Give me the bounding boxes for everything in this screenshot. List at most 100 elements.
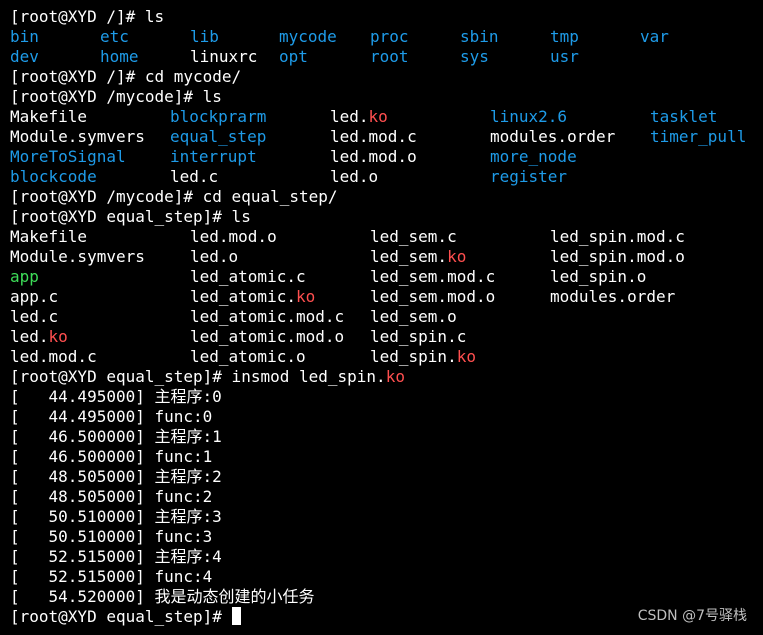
terminal-line: led.mod.c led_atomic.o led_spin.ko (10, 347, 763, 367)
terminal-text: linuxrc (190, 47, 258, 66)
terminal-text: led_atomic.o (190, 347, 306, 366)
terminal-text: Makefile (10, 227, 88, 246)
csdn-watermark: CSDN @7号驿栈 (637, 608, 747, 624)
ls-entry: more_node (490, 147, 577, 167)
ls-entry: led.o (190, 247, 238, 267)
terminal-text: [ 48.505000] 主程序:2 (10, 467, 222, 486)
terminal-line: Module.symvers led.o led_sem.ko led_spin.mo… (10, 247, 763, 267)
ls-entry: Makefile (10, 227, 87, 247)
terminal-text: [ 48.505000] func:2 (10, 487, 213, 506)
ls-entry: led.o (330, 167, 378, 187)
ls-entry: var (640, 27, 669, 47)
terminal-text: led_spin.mod.c (550, 227, 685, 246)
terminal-text: led_spin. (370, 347, 457, 366)
terminal-line: [root@XYD /mycode]# ls (10, 87, 763, 107)
text-cursor (231, 607, 241, 625)
ls-entry: opt (279, 47, 308, 67)
ls-entry: led.mod.o (330, 147, 417, 167)
terminal-text: register (490, 167, 568, 186)
terminal-text: ko (456, 347, 476, 366)
ls-entry: led_sem.mod.c (370, 267, 495, 287)
ls-entry: linuxrc (190, 47, 257, 67)
terminal-line: blockcode led.c led.o register (10, 167, 763, 187)
terminal-text: opt (279, 47, 308, 66)
terminal-text: led.o (190, 247, 239, 266)
terminal-line: Makefile blockprarm led.ko linux2.6 tasklet (10, 107, 763, 127)
ls-entry: led_sem.o (370, 307, 457, 327)
terminal-line: app led_atomic.c led_sem.mod.c led_spin.o (10, 267, 763, 287)
ls-entry: blockprarm (170, 107, 266, 127)
ls-entry: led.ko (330, 107, 388, 127)
ls-entry: linux2.6 (490, 107, 567, 127)
terminal-text: led_atomic. (190, 287, 296, 306)
terminal-text: led.c (170, 167, 219, 186)
terminal-text: led. (10, 327, 49, 346)
ls-entry: Module.symvers (10, 247, 145, 267)
terminal-text: blockprarm (170, 107, 267, 126)
ls-entry: app (10, 267, 39, 287)
terminal-text: led.mod.c (330, 127, 417, 146)
terminal-text: [root@XYD /]# ls (10, 7, 165, 26)
terminal-line: [root@XYD equal_step]# ls (10, 207, 763, 227)
terminal-text: [ 44.495000] 主程序:0 (10, 387, 222, 406)
ls-entry: led.mod.o (190, 227, 277, 247)
terminal-text: led.c (10, 307, 59, 326)
terminal-text: ko (48, 327, 68, 346)
terminal-text: modules.order (550, 287, 676, 306)
ls-entry: mycode (279, 27, 337, 47)
terminal-text: interrupt (170, 147, 257, 166)
terminal-line: [ 46.500000] func:1 (10, 447, 763, 467)
terminal-text: [ 46.500000] 主程序:1 (10, 427, 222, 446)
ls-entry: Makefile (10, 107, 87, 127)
terminal-line: [ 44.495000] func:0 (10, 407, 763, 427)
ls-entry: led.c (10, 307, 58, 327)
terminal-output[interactable]: [root@XYD /]# ls bin etc lib mycode proc sbin t… (10, 7, 763, 627)
terminal-text: proc (370, 27, 409, 46)
terminal-text: led_sem.o (370, 307, 457, 326)
terminal-line: [ 54.520000] 我是动态创建的小任务 (10, 587, 763, 607)
ls-entry: MoreToSignal (10, 147, 126, 167)
terminal-text: etc (100, 27, 129, 46)
ls-entry: app.c (10, 287, 58, 307)
terminal-text: led_atomic.mod.c (190, 307, 345, 326)
ls-entry: home (100, 47, 139, 67)
terminal-text: led_sem.mod.o (370, 287, 496, 306)
terminal-line: [ 46.500000] 主程序:1 (10, 427, 763, 447)
terminal-text: led_spin.o (550, 267, 647, 286)
ls-entry: modules.order (490, 127, 615, 147)
terminal-text: led_sem.mod.c (370, 267, 496, 286)
terminal-text: MoreToSignal (10, 147, 126, 166)
terminal-line: [root@XYD /]# cd mycode/ (10, 67, 763, 87)
terminal-text: modules.order (490, 127, 616, 146)
terminal-text: [ 52.515000] func:4 (10, 567, 213, 586)
ls-entry: Module.symvers (10, 127, 145, 147)
terminal-line: bin etc lib mycode proc sbin tmp var (10, 27, 763, 47)
terminal-text: led.o (330, 167, 379, 186)
ls-entry: register (490, 167, 567, 187)
terminal-text: linux2.6 (490, 107, 568, 126)
terminal-text: [ 50.510000] 主程序:3 (10, 507, 222, 526)
ls-entry: timer_pull (650, 127, 746, 147)
terminal-text: app.c (10, 287, 59, 306)
terminal-text: Makefile (10, 107, 88, 126)
ls-entry: led_spin.o (550, 267, 646, 287)
terminal-text: more_node (490, 147, 577, 166)
terminal-text: [root@XYD equal_step]# (10, 607, 232, 626)
ls-entry: led_atomic.o (190, 347, 306, 367)
ls-entry: led.mod.c (330, 127, 417, 147)
terminal-text: [root@XYD /mycode]# cd equal_step/ (10, 187, 338, 206)
terminal-text: ko (295, 287, 316, 306)
ls-entry: led_sem.c (370, 227, 457, 247)
terminal-text: led_sem. (370, 247, 448, 266)
terminal-text: tasklet (650, 107, 718, 126)
terminal-text: mycode (279, 27, 337, 46)
terminal-text: ko (385, 367, 405, 386)
terminal-text: [ 50.510000] func:3 (10, 527, 213, 546)
terminal-text: blockcode (10, 167, 97, 186)
ls-entry: modules.order (550, 287, 675, 307)
terminal-text: [ 44.495000] func:0 (10, 407, 213, 426)
terminal-line: [root@XYD equal_step]# insmod led_spin.k… (10, 367, 763, 387)
ls-entry: sbin (460, 27, 499, 47)
terminal-text: usr (550, 47, 579, 66)
terminal-line: [ 50.510000] func:3 (10, 527, 763, 547)
